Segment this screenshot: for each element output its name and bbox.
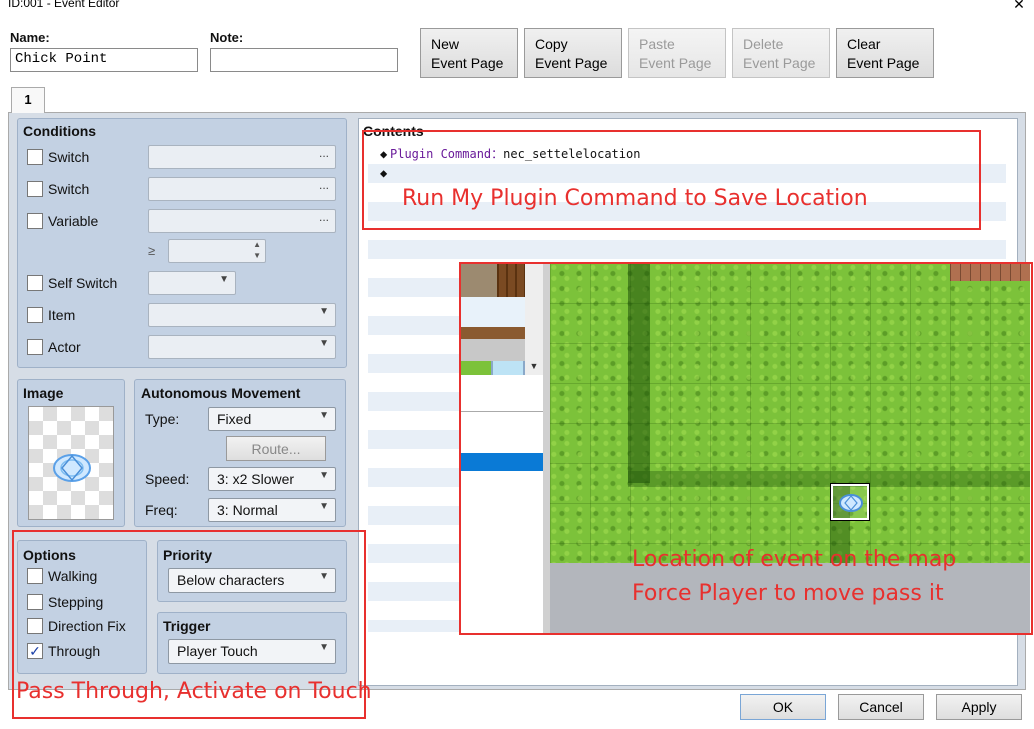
copy-button-line1: Copy bbox=[535, 36, 568, 52]
self-switch-label: Self Switch bbox=[48, 275, 118, 291]
self-switch-select[interactable]: ▼ bbox=[148, 271, 236, 295]
chevron-down-icon: ▼ bbox=[319, 470, 329, 481]
type-label: Type: bbox=[145, 411, 180, 427]
switch2-checkbox[interactable] bbox=[27, 181, 43, 197]
freq-select[interactable]: 3: Normal ▼ bbox=[208, 498, 336, 522]
switch2-label: Switch bbox=[48, 181, 90, 197]
variable-select[interactable]: ... bbox=[148, 209, 336, 233]
chevron-down-icon: ▼ bbox=[319, 501, 329, 512]
switch1-dots: ... bbox=[318, 146, 329, 160]
window-title: ID:001 - Event Editor bbox=[8, 0, 120, 10]
clear-button-line1: Clear bbox=[847, 36, 881, 52]
tab-page-1[interactable]: 1 bbox=[11, 87, 45, 113]
chevron-down-icon: ▼ bbox=[319, 306, 329, 317]
magic-circle-icon bbox=[53, 454, 91, 482]
movement-title: Autonomous Movement bbox=[141, 385, 301, 401]
note-label: Note: bbox=[210, 30, 244, 45]
chevron-down-icon: ▼ bbox=[219, 274, 229, 285]
ge-symbol: ≥ bbox=[148, 243, 156, 258]
freq-label: Freq: bbox=[145, 502, 178, 518]
spinner-up-icon[interactable]: ▲ bbox=[253, 240, 261, 249]
apply-button[interactable]: Apply bbox=[936, 694, 1022, 720]
variable-checkbox[interactable] bbox=[27, 213, 43, 229]
item-select[interactable]: ▼ bbox=[148, 303, 336, 327]
spinner-down-icon[interactable]: ▼ bbox=[253, 251, 261, 260]
new-event-page-button[interactable]: New Event Page bbox=[420, 28, 518, 78]
actor-label: Actor bbox=[48, 339, 81, 355]
annotation-map-line1: Location of event on the map bbox=[632, 547, 957, 572]
close-icon[interactable]: ✕ bbox=[1010, 0, 1028, 12]
annotation-box-map bbox=[459, 262, 1033, 635]
event-image-preview[interactable] bbox=[28, 406, 114, 520]
switch1-label: Switch bbox=[48, 149, 90, 165]
copy-button-line2: Event Page bbox=[535, 55, 608, 71]
paste-button-line1: Paste bbox=[639, 36, 675, 52]
item-label: Item bbox=[48, 307, 76, 323]
copy-event-page-button[interactable]: Copy Event Page bbox=[524, 28, 622, 78]
actor-select[interactable]: ▼ bbox=[148, 335, 336, 359]
annotation-options-text: Pass Through, Activate on Touch bbox=[16, 679, 372, 704]
switch1-checkbox[interactable] bbox=[27, 149, 43, 165]
variable-dots: ... bbox=[318, 210, 329, 224]
conditions-title: Conditions bbox=[23, 123, 97, 139]
type-select[interactable]: Fixed ▼ bbox=[208, 407, 336, 431]
paste-event-page-button[interactable]: Paste Event Page bbox=[628, 28, 726, 78]
route-button[interactable]: Route... bbox=[226, 436, 326, 461]
clear-button-line2: Event Page bbox=[847, 55, 920, 71]
delete-button-line1: Delete bbox=[743, 36, 784, 52]
type-value: Fixed bbox=[217, 411, 252, 427]
name-input[interactable]: Chick Point bbox=[10, 48, 198, 72]
title-bar bbox=[0, 0, 1034, 12]
name-label: Name: bbox=[10, 30, 50, 45]
switch2-dots: ... bbox=[318, 178, 329, 192]
delete-event-page-button[interactable]: Delete Event Page bbox=[732, 28, 830, 78]
speed-label: Speed: bbox=[145, 471, 190, 487]
actor-checkbox[interactable] bbox=[27, 339, 43, 355]
new-button-line1: New bbox=[431, 36, 460, 52]
clear-event-page-button[interactable]: Clear Event Page bbox=[836, 28, 934, 78]
annotation-plugin-text: Run My Plugin Command to Save Location bbox=[402, 186, 868, 211]
note-input[interactable] bbox=[210, 48, 398, 72]
item-checkbox[interactable] bbox=[27, 307, 43, 323]
switch2-select[interactable]: ... bbox=[148, 177, 336, 201]
switch1-select[interactable]: ... bbox=[148, 145, 336, 169]
image-title: Image bbox=[23, 385, 64, 401]
annotation-map-line2: Force Player to move pass it bbox=[632, 581, 944, 606]
chevron-down-icon: ▼ bbox=[319, 410, 329, 421]
new-button-line2: Event Page bbox=[431, 55, 504, 71]
chevron-down-icon: ▼ bbox=[319, 338, 329, 349]
self-switch-checkbox[interactable] bbox=[27, 275, 43, 291]
delete-button-line2: Event Page bbox=[743, 55, 816, 71]
annotation-box-plugin bbox=[362, 130, 981, 230]
freq-value: 3: Normal bbox=[217, 502, 278, 518]
speed-select[interactable]: 3: x2 Slower ▼ bbox=[208, 467, 336, 491]
cancel-button[interactable]: Cancel bbox=[838, 694, 924, 720]
variable-value-spinner[interactable]: ▲ ▼ bbox=[168, 239, 266, 263]
ok-button[interactable]: OK bbox=[740, 694, 826, 720]
variable-label: Variable bbox=[48, 213, 99, 229]
paste-button-line2: Event Page bbox=[639, 55, 712, 71]
speed-value: 3: x2 Slower bbox=[217, 471, 295, 487]
